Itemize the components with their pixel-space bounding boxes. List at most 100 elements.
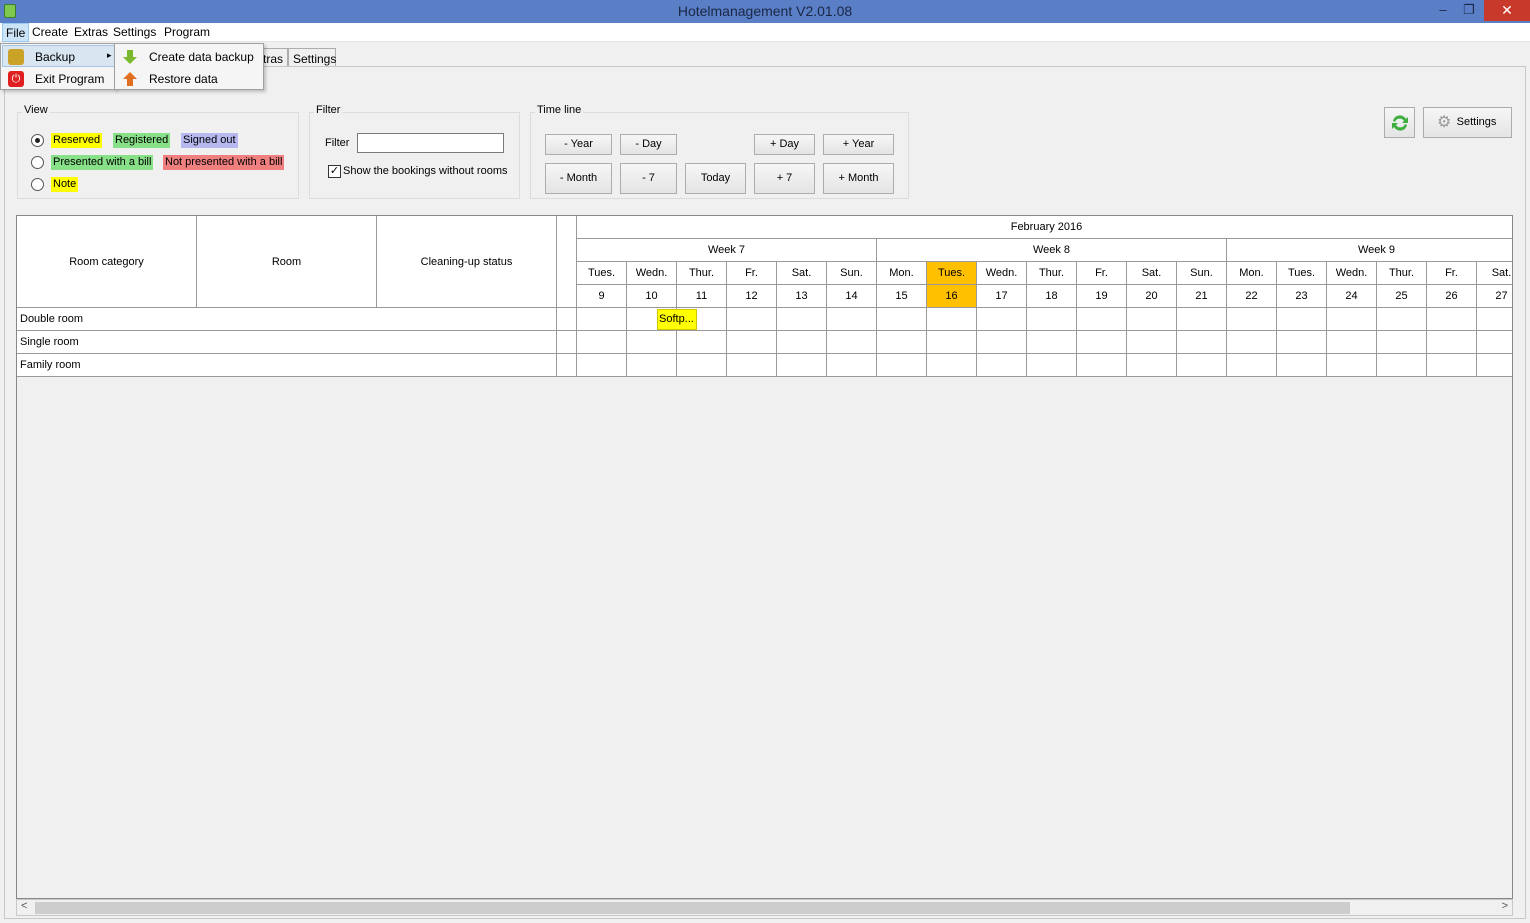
day-cell[interactable] — [1377, 354, 1427, 377]
menu-create[interactable]: Create — [28, 25, 72, 39]
menu-item-exit[interactable]: Exit Program — [35, 72, 104, 86]
day-cell[interactable] — [1477, 331, 1512, 354]
day-cell[interactable] — [827, 354, 877, 377]
col-room-category[interactable]: Room category — [17, 216, 197, 308]
day-cell[interactable] — [1227, 354, 1277, 377]
minus-week-button[interactable]: - 7 — [620, 163, 677, 194]
day-cell[interactable] — [877, 354, 927, 377]
settings-button[interactable]: ⚙ Settings — [1423, 107, 1512, 138]
menu-settings[interactable]: Settings — [109, 25, 160, 39]
scroll-thumb[interactable] — [35, 902, 1350, 914]
day-cell[interactable] — [677, 331, 727, 354]
menu-item-backup[interactable]: Backup — [35, 50, 75, 64]
day-cell[interactable] — [1027, 354, 1077, 377]
day-cell[interactable] — [777, 308, 827, 331]
day-cell[interactable] — [627, 331, 677, 354]
view-radio-note[interactable] — [31, 178, 44, 191]
today-button[interactable]: Today — [685, 163, 746, 194]
menu-extras[interactable]: Extras — [70, 25, 112, 39]
day-cell[interactable] — [1427, 354, 1477, 377]
scroll-left-icon[interactable]: < — [21, 900, 27, 912]
day-cell[interactable] — [1227, 308, 1277, 331]
minus-year-button[interactable]: - Year — [545, 134, 612, 155]
menu-item-restore-data[interactable]: Restore data — [149, 72, 218, 86]
day-cell[interactable] — [927, 331, 977, 354]
day-cell[interactable] — [877, 331, 927, 354]
day-cell[interactable] — [1277, 308, 1327, 331]
day-cell[interactable] — [1177, 354, 1227, 377]
plus-week-button[interactable]: + 7 — [754, 163, 815, 194]
day-cell[interactable] — [1027, 308, 1077, 331]
day-cell[interactable] — [977, 354, 1027, 377]
minus-month-button[interactable]: - Month — [545, 163, 612, 194]
col-cleaning-status[interactable]: Cleaning-up status — [377, 216, 557, 308]
day-cell[interactable] — [577, 308, 627, 331]
day-cell[interactable] — [927, 308, 977, 331]
day-cell[interactable] — [777, 331, 827, 354]
day-cell[interactable] — [777, 354, 827, 377]
day-cell[interactable] — [1127, 354, 1177, 377]
day-cell[interactable] — [1427, 331, 1477, 354]
refresh-button[interactable] — [1384, 107, 1415, 138]
room-category-row[interactable]: Double room — [17, 308, 557, 331]
day-cell[interactable] — [1127, 308, 1177, 331]
room-category-row[interactable]: Single room — [17, 331, 557, 354]
day-number-header: 14 — [827, 285, 877, 308]
day-cell[interactable] — [827, 331, 877, 354]
day-cell[interactable] — [1227, 331, 1277, 354]
filter-input[interactable] — [357, 133, 504, 153]
day-cell[interactable] — [1077, 331, 1127, 354]
minimize-icon[interactable]: – — [1432, 0, 1454, 21]
day-cell[interactable] — [727, 354, 777, 377]
plus-year-button[interactable]: + Year — [823, 134, 894, 155]
day-cell[interactable] — [1477, 354, 1512, 377]
view-radio-reservation[interactable] — [31, 134, 44, 147]
day-cell[interactable] — [877, 308, 927, 331]
plus-month-button[interactable]: + Month — [823, 163, 894, 194]
day-cell[interactable] — [977, 331, 1027, 354]
day-cell[interactable] — [827, 308, 877, 331]
day-cell[interactable] — [977, 308, 1027, 331]
tab-settings[interactable]: Settings — [288, 48, 336, 67]
day-cell[interactable] — [1027, 331, 1077, 354]
day-cell[interactable] — [1377, 331, 1427, 354]
close-icon[interactable]: ✕ — [1484, 0, 1530, 21]
restore-icon[interactable]: ❐ — [1456, 0, 1482, 21]
menu-file[interactable]: File — [2, 23, 30, 42]
day-cell[interactable] — [577, 331, 627, 354]
horizontal-scrollbar[interactable]: < > — [16, 899, 1513, 916]
minus-day-button[interactable]: - Day — [620, 134, 677, 155]
day-number-header: 25 — [1377, 285, 1427, 308]
day-cell[interactable] — [1127, 331, 1177, 354]
show-without-rooms-checkbox[interactable]: ✓ — [328, 165, 341, 178]
day-cell[interactable] — [1327, 354, 1377, 377]
booking-block[interactable]: Softp... — [657, 309, 697, 330]
col-room[interactable]: Room — [197, 216, 377, 308]
day-cell[interactable] — [677, 354, 727, 377]
col-spacer — [557, 216, 577, 308]
menu-program[interactable]: Program — [160, 25, 214, 39]
day-cell[interactable] — [1327, 331, 1377, 354]
day-cell[interactable] — [1277, 354, 1327, 377]
view-radio-billing[interactable] — [31, 156, 44, 169]
day-cell[interactable] — [627, 354, 677, 377]
day-cell[interactable] — [1077, 308, 1127, 331]
room-category-row[interactable]: Family room — [17, 354, 557, 377]
show-without-rooms-label: Show the bookings without rooms — [343, 165, 508, 177]
day-cell[interactable] — [1427, 308, 1477, 331]
day-cell[interactable] — [1077, 354, 1127, 377]
day-cell[interactable] — [727, 308, 777, 331]
day-cell[interactable] — [1327, 308, 1377, 331]
menu-item-create-backup[interactable]: Create data backup — [149, 50, 254, 64]
day-cell[interactable] — [727, 331, 777, 354]
day-cell[interactable] — [1277, 331, 1327, 354]
power-icon: ⏻ — [8, 71, 24, 87]
day-cell[interactable] — [577, 354, 627, 377]
scroll-right-icon[interactable]: > — [1502, 900, 1508, 912]
day-cell[interactable] — [927, 354, 977, 377]
day-cell[interactable] — [1177, 331, 1227, 354]
day-cell[interactable] — [1377, 308, 1427, 331]
plus-day-button[interactable]: + Day — [754, 134, 815, 155]
day-cell[interactable] — [1177, 308, 1227, 331]
day-cell[interactable] — [1477, 308, 1512, 331]
